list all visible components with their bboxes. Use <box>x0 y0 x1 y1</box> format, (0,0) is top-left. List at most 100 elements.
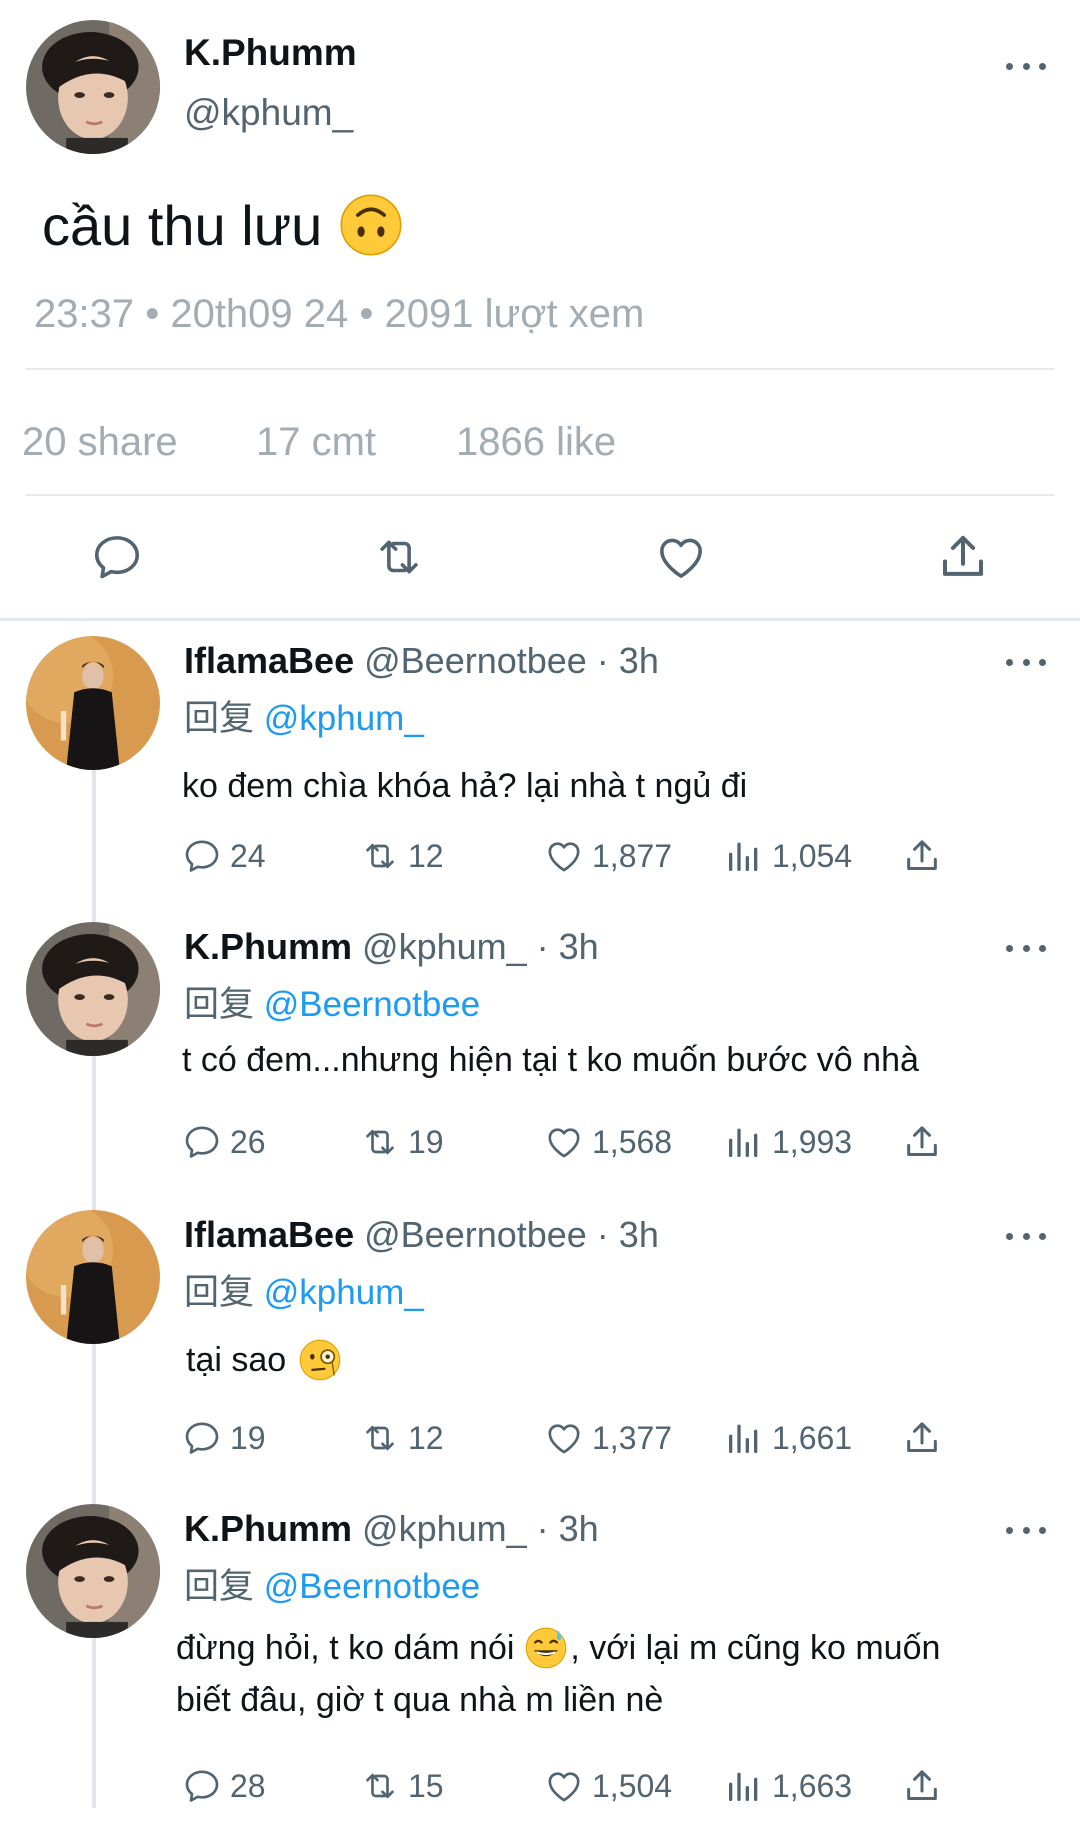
like-count[interactable]: 1866 like <box>456 420 616 465</box>
author-handle[interactable]: @kphum_ · 3h <box>362 926 599 967</box>
retweet-count: 12 <box>408 837 444 874</box>
avatar-image <box>26 922 160 1056</box>
author-handle[interactable]: @kphum_ · 3h <box>362 1508 599 1549</box>
like-button[interactable]: 1,504 <box>544 1766 672 1806</box>
reply-author[interactable]: IflamaBee @Beernotbee · 3h <box>184 640 659 682</box>
reply-button[interactable]: 28 <box>182 1766 266 1806</box>
retweet-icon <box>360 1766 400 1806</box>
face-with-monocle-emoji-icon <box>298 1338 342 1382</box>
reply-text: đừng hỏi, t ko dám nói , với lại m cũng … <box>176 1622 1056 1726</box>
reply-mention-link[interactable]: @kphum_ <box>264 1273 424 1312</box>
share-icon[interactable] <box>936 530 990 584</box>
like-button[interactable]: 1,377 <box>544 1418 672 1458</box>
avatar[interactable] <box>26 636 160 770</box>
author-name[interactable]: IflamaBee <box>184 1214 354 1255</box>
section-divider <box>0 618 1080 621</box>
views-button[interactable]: 1,993 <box>724 1122 852 1162</box>
share-count[interactable]: 20 share <box>22 420 178 465</box>
retweet-button[interactable]: 19 <box>360 1122 444 1162</box>
retweet-button[interactable]: 15 <box>360 1766 444 1806</box>
views-button[interactable]: 1,663 <box>724 1766 852 1806</box>
retweet-count: 15 <box>408 1767 444 1804</box>
reply-icon <box>182 836 222 876</box>
divider <box>26 368 1054 370</box>
more-options-icon[interactable] <box>1006 1520 1046 1540</box>
author-handle[interactable]: @Beernotbee · 3h <box>364 1214 659 1255</box>
tweet-text-content: cầu thu lưu <box>42 193 323 257</box>
avatar[interactable] <box>26 922 160 1056</box>
retweet-button[interactable]: 12 <box>360 1418 444 1458</box>
reply-button[interactable]: 24 <box>182 836 266 876</box>
like-icon <box>544 1122 584 1162</box>
author-name[interactable]: K.Phumm <box>184 926 352 967</box>
reply-text-content: tại sao <box>186 1341 287 1379</box>
tweet-meta: 23:37 • 20th09 24 • 2091 lượt xem <box>34 292 645 336</box>
views-icon <box>724 1418 764 1458</box>
reply-mention-link[interactable]: @kphum_ <box>264 699 424 738</box>
view-count: 1,993 <box>772 1123 853 1160</box>
reply-text-part: , với lại m cũng ko muốn <box>570 1629 941 1667</box>
avatar[interactable] <box>26 1210 160 1344</box>
like-count: 1,568 <box>592 1123 673 1160</box>
share-icon[interactable] <box>902 836 942 876</box>
retweet-icon <box>360 1418 400 1458</box>
reply-count: 24 <box>230 837 266 874</box>
tweet-text: cầu thu lưu <box>42 192 404 258</box>
like-button[interactable]: 1,568 <box>544 1122 672 1162</box>
like-icon[interactable] <box>654 530 708 584</box>
author-name[interactable]: IflamaBee <box>184 640 354 681</box>
views-icon <box>724 1766 764 1806</box>
reply-text: ko đem chìa khóa hả? lại nhà t ngủ đi <box>182 767 748 805</box>
share-icon[interactable] <box>902 1418 942 1458</box>
more-options-icon[interactable] <box>1006 652 1046 672</box>
reply-icon[interactable] <box>90 530 144 584</box>
views-button[interactable]: 1,661 <box>724 1418 852 1458</box>
like-count: 1,504 <box>592 1767 673 1804</box>
reply-text: t có đem...nhưng hiện tại t ko muốn bước… <box>182 1041 919 1079</box>
more-options-icon[interactable] <box>1006 938 1046 958</box>
retweet-button[interactable]: 12 <box>360 836 444 876</box>
reply-count: 19 <box>230 1419 266 1456</box>
reply-text: tại sao <box>186 1334 342 1386</box>
avatar[interactable] <box>26 20 160 154</box>
reply-icon <box>182 1122 222 1162</box>
share-icon[interactable] <box>902 1122 942 1162</box>
avatar-image <box>26 1210 160 1344</box>
reply-to-line: 回复 @kphum_ <box>184 1264 424 1315</box>
retweet-icon <box>360 836 400 876</box>
author-name[interactable]: K.Phumm <box>184 32 357 74</box>
avatar[interactable] <box>26 1504 160 1638</box>
share-icon[interactable] <box>902 1766 942 1806</box>
author-handle[interactable]: @kphum_ <box>184 92 353 134</box>
avatar-image <box>26 636 160 770</box>
reply-author[interactable]: IflamaBee @Beernotbee · 3h <box>184 1214 659 1256</box>
reply-button[interactable]: 19 <box>182 1418 266 1458</box>
reply-prefix: 回复 <box>184 1567 255 1606</box>
like-icon <box>544 836 584 876</box>
reply-author[interactable]: K.Phumm @kphum_ · 3h <box>184 1508 599 1550</box>
more-options-icon[interactable] <box>1006 1226 1046 1246</box>
avatar-image <box>26 1504 160 1638</box>
author-handle[interactable]: @Beernotbee · 3h <box>364 640 659 681</box>
retweet-icon[interactable] <box>372 530 426 584</box>
reply-prefix: 回复 <box>184 699 255 738</box>
reply-count: 28 <box>230 1767 266 1804</box>
author-name[interactable]: K.Phumm <box>184 1508 352 1549</box>
reply-author[interactable]: K.Phumm @kphum_ · 3h <box>184 926 599 968</box>
views-icon <box>724 1122 764 1162</box>
reply-icon <box>182 1766 222 1806</box>
like-count: 1,877 <box>592 837 673 874</box>
reply-mention-link[interactable]: @Beernotbee <box>264 985 481 1024</box>
reply-button[interactable]: 26 <box>182 1122 266 1162</box>
more-options-icon[interactable] <box>1006 56 1046 76</box>
views-button[interactable]: 1,054 <box>724 836 852 876</box>
retweet-count: 12 <box>408 1419 444 1456</box>
reply-to-line: 回复 @Beernotbee <box>184 1558 480 1609</box>
upside-down-face-emoji-icon <box>338 192 404 258</box>
reply-mention-link[interactable]: @Beernotbee <box>264 1567 481 1606</box>
like-button[interactable]: 1,877 <box>544 836 672 876</box>
views-icon <box>724 836 764 876</box>
comment-count[interactable]: 17 cmt <box>256 420 376 465</box>
reply-prefix: 回复 <box>184 985 255 1024</box>
grinning-sweat-emoji-icon <box>524 1626 568 1670</box>
